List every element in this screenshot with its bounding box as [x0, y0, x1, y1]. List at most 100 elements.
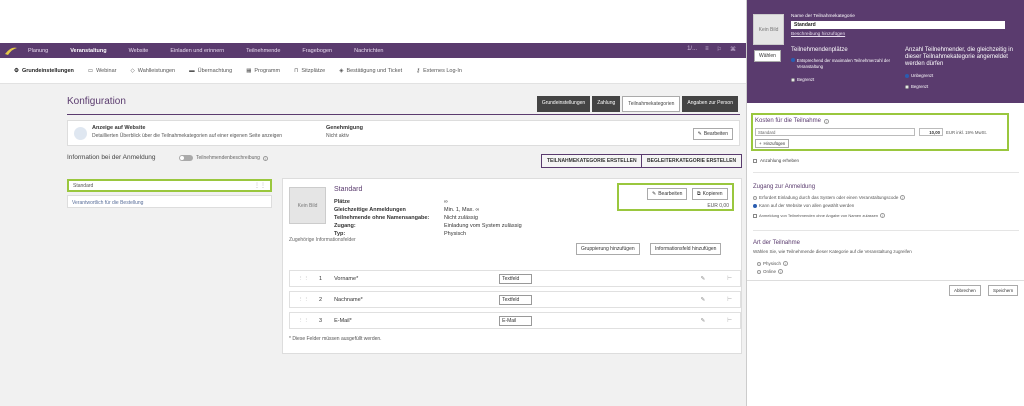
access-option-invitation[interactable]: Erfordert Einladung durch das System ode… [753, 195, 906, 200]
add-description-link[interactable]: Beschreibung hinzufügen [791, 32, 845, 37]
access-option-website[interactable]: Kann auf der Website von allen gewählt w… [753, 203, 854, 208]
create-companion-category-button[interactable]: BEGLEITERKATEGORIE ERSTELLEN [641, 154, 743, 168]
cost-amount-input[interactable]: 10,00 [919, 128, 943, 136]
nav-einladen[interactable]: Einladen und erinnern [170, 48, 224, 54]
list-icon[interactable]: ≡ [705, 46, 709, 53]
drag-handle-icon[interactable]: ⋮⋮ [298, 297, 309, 303]
info-field-row[interactable]: ⋮⋮ 3 E-Mail* E-Mail ✎ ⊢ [289, 312, 741, 329]
nav-veranstaltung[interactable]: Veranstaltung [70, 48, 106, 54]
radio-unselected[interactable] [757, 261, 761, 266]
nav-nachrichten[interactable]: Nachrichten [354, 48, 383, 54]
access-anonymous-row[interactable]: Anmeldung von Teilnehmenden ohne Angabe … [753, 213, 886, 218]
description-toggle-row: Teilnehmendenbeschreibung i [179, 155, 268, 161]
add-group-button[interactable]: Gruppierung hinzufügen [576, 243, 640, 255]
field-type: Textfeld [499, 273, 533, 284]
radio-unselected[interactable] [757, 269, 761, 274]
info-icon[interactable]: i [823, 118, 829, 124]
save-button[interactable]: Speichern [988, 285, 1019, 296]
app-logo-icon[interactable] [4, 46, 18, 56]
main-content: Konfiguration Grundeinstellungen Zahlung… [0, 84, 746, 406]
simultaneous-option-unlimited[interactable]: Unbegrenzt [905, 73, 933, 78]
drag-handle-icon[interactable]: ⋮⋮ [298, 318, 309, 324]
subnav-externes-login[interactable]: ⚷ Externes Log-In [416, 68, 462, 74]
nav-teilnehmende[interactable]: Teilnehmende [246, 48, 280, 54]
tab-zahlung[interactable]: Zahlung [592, 96, 621, 112]
type-option-physical[interactable]: Physisch i [757, 261, 789, 266]
add-field-button[interactable]: Informationsfeld hinzufügen [650, 243, 722, 255]
radio-unselected[interactable] [905, 84, 909, 89]
settings-icon[interactable]: ⌘ [730, 46, 736, 53]
pencil-icon[interactable]: ✎ [701, 276, 706, 282]
seats-option-event[interactable]: Entsprechend der maximalen Teilnehmerzah… [791, 58, 901, 70]
hierarchy-icon[interactable]: ⊢ [727, 297, 732, 303]
hierarchy-icon[interactable]: ⊢ [727, 276, 732, 282]
category-list-item-responsible[interactable]: Verantwortlich für die Bestellung [67, 195, 272, 208]
radio-selected[interactable] [905, 73, 909, 78]
info-field-row[interactable]: ⋮⋮ 1 Vorname* Textfeld ✎ ⊢ [289, 270, 741, 287]
subnav-uebernachtung[interactable]: ▬ Übernachtung [189, 68, 232, 74]
pencil-icon[interactable]: ✎ [701, 297, 706, 303]
panel-image-placeholder[interactable]: Kein Bild [753, 14, 784, 45]
flag-icon[interactable]: ⚐ [717, 46, 722, 53]
cost-name-input[interactable]: Standard [755, 128, 915, 136]
subnav-grundeinstellungen[interactable]: ⚙ Grundeinstellungen [14, 68, 74, 74]
nav-website[interactable]: Website [129, 48, 149, 54]
category-copy-button[interactable]: ⧉ Kopieren [692, 188, 728, 200]
pencil-icon: ✎ [652, 191, 657, 197]
nav-planung[interactable]: Planung [28, 48, 48, 54]
radio-selected[interactable] [791, 58, 795, 62]
description-toggle[interactable] [179, 155, 193, 161]
pencil-icon[interactable]: ✎ [701, 318, 706, 324]
category-image-placeholder[interactable]: Kein Bild [289, 187, 326, 224]
category-list-item-standard[interactable]: Standard ⋮⋮ [67, 179, 272, 192]
choose-image-button[interactable]: Wählen [754, 50, 781, 62]
cancel-button[interactable]: Abbrechen [949, 285, 981, 296]
monitor-icon: ▭ [87, 67, 94, 74]
drag-handle-icon[interactable]: ⋮⋮ [298, 276, 309, 282]
add-cost-button[interactable]: + Hinzufügen [755, 139, 790, 148]
category-edit-button[interactable]: ✎ Bearbeiten [647, 188, 688, 200]
radio-unselected[interactable] [753, 195, 757, 200]
tab-angaben-person[interactable]: Angaben zur Person [682, 96, 738, 112]
anonymous-checkbox[interactable] [753, 213, 757, 218]
simultaneous-option-limited[interactable]: Begrenzt [905, 84, 928, 89]
website-edit-button[interactable]: ✎ Bearbeiten [692, 128, 733, 140]
key-icon: ⚷ [416, 67, 421, 74]
info-icon[interactable]: i [778, 269, 784, 274]
deposit-row[interactable]: Anzahlung erheben [753, 158, 799, 163]
field-name: E-Mail* [334, 317, 352, 324]
cost-title: Kosten für die Teilnahme [755, 118, 821, 124]
seats-option-limited[interactable]: Begrenzt [791, 77, 814, 82]
info-icon[interactable]: i [900, 195, 906, 200]
info-icon[interactable]: i [783, 261, 789, 266]
tab-teilnahmekategorien[interactable]: Teilnahmekategorien [622, 96, 681, 112]
subnav-wahlleistungen[interactable]: ◇ Wahlleistungen [130, 68, 175, 74]
approval-label: Genehmigung [326, 125, 363, 131]
radio-selected[interactable] [753, 203, 757, 208]
subnav-bestaetigung[interactable]: ◈ Bestätigung und Ticket [339, 68, 402, 74]
info-icon[interactable]: i [262, 155, 268, 161]
field-number: 2 [319, 296, 323, 303]
top-navigation: Planung Veranstaltung Website Einladen u… [0, 43, 746, 58]
drag-handle-icon[interactable]: ⋮⋮ [254, 182, 266, 189]
subnav-programm[interactable]: ▦ Programm [246, 68, 280, 74]
subnav-sitzplaetze[interactable]: ⊓ Sitzplätze [294, 68, 325, 74]
category-properties: Plätze ∞ Gleichzeitige Anmeldungen Min. 1,… [334, 199, 544, 237]
prop-value: Einladung vom System zulässig [444, 223, 522, 229]
registration-info-label: Information bei der Anmeldung [67, 154, 156, 161]
panel-header: Kein Bild Wählen Name der Teilnahmekateg… [747, 0, 1024, 103]
field-number: 3 [319, 317, 323, 324]
counter-label[interactable]: 1/... [687, 46, 697, 53]
info-icon[interactable]: i [880, 213, 886, 218]
name-input[interactable]: Standard [791, 21, 1005, 29]
type-option-online[interactable]: Online i [757, 269, 784, 274]
hierarchy-icon[interactable]: ⊢ [727, 318, 732, 324]
plus-icon: + [759, 141, 762, 146]
subnav-webinar[interactable]: ▭ Webinar [88, 68, 117, 74]
nav-fragebogen[interactable]: Fragebogen [302, 48, 332, 54]
deposit-checkbox[interactable] [753, 158, 757, 163]
radio-unselected[interactable] [791, 77, 795, 82]
tab-grundeinstellungen[interactable]: Grundeinstellungen [536, 96, 591, 112]
create-category-button[interactable]: TEILNAHMEKATEGORIE ERSTELLEN [541, 154, 643, 168]
info-field-row[interactable]: ⋮⋮ 2 Nachname* Textfeld ✎ ⊢ [289, 291, 741, 308]
